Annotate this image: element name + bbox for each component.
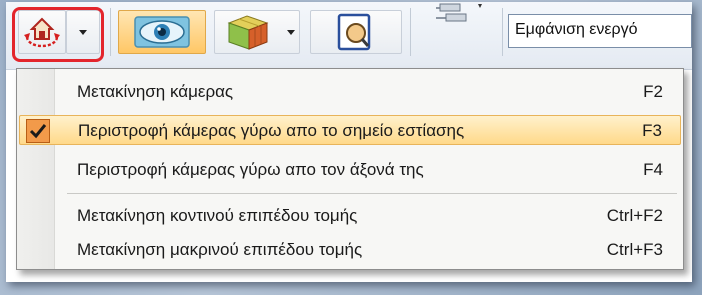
menu-item-shortcut: F4	[643, 160, 663, 179]
layout-icon	[436, 3, 482, 22]
magnifier-document-icon	[337, 13, 371, 51]
menu-item-label: Περιστροφή κάμερας γύρω απο τον άξονά τη…	[77, 160, 424, 179]
toolbar: Εμφάνιση ενεργό	[6, 2, 692, 70]
menu-separator	[67, 193, 677, 194]
eye-icon	[134, 16, 190, 48]
menu-item-move-near-clip-plane[interactable]: Μετακίνηση κοντινού επιπέδου τομής Ctrl+…	[19, 201, 681, 231]
menu-item-label: Περιστροφή κάμερας γύρω απο το σημείο εσ…	[78, 121, 465, 140]
menu-item-orbit-own-axis[interactable]: Περιστροφή κάμερας γύρω απο τον άξονά τη…	[19, 155, 681, 185]
screenshot-frame: Εμφάνιση ενεργό Μετακίνηση κάμερας F2 Πε…	[0, 0, 702, 295]
zoom-document-button[interactable]	[310, 10, 402, 54]
menu-item-move-camera[interactable]: Μετακίνηση κάμερας F2	[19, 77, 681, 107]
menu-item-shortcut: Ctrl+F3	[606, 240, 663, 259]
cube-icon	[227, 15, 269, 50]
menu-item-move-far-clip-plane[interactable]: Μετακίνηση μακρινού επιπέδου τομής Ctrl+…	[19, 235, 681, 265]
checkmark-icon	[26, 119, 50, 143]
toolbar-separator	[410, 8, 411, 56]
view-combo[interactable]: Εμφάνιση ενεργό	[508, 14, 692, 48]
menu-item-shortcut: F2	[643, 82, 663, 101]
highlight-outline	[12, 7, 104, 62]
3d-objects-button[interactable]	[214, 10, 300, 54]
application-window: Εμφάνιση ενεργό Μετακίνηση κάμερας F2 Πε…	[6, 2, 692, 282]
menu-item-label: Μετακίνηση κάμερας	[77, 82, 234, 101]
menu-item-orbit-focus-point[interactable]: Περιστροφή κάμερας γύρω απο το σημείο εσ…	[19, 115, 681, 145]
toolbar-separator	[502, 8, 503, 56]
chevron-down-icon	[287, 30, 295, 35]
menu-item-label: Μετακίνηση μακρινού επιπέδου τομής	[77, 240, 363, 259]
menu-item-shortcut: Ctrl+F2	[606, 206, 663, 225]
layout-button[interactable]	[422, 2, 488, 28]
menu-item-label: Μετακίνηση κοντινού επιπέδου τομής	[77, 206, 358, 225]
toolbar-separator	[110, 8, 111, 56]
camera-mode-menu: Μετακίνηση κάμερας F2 Περιστροφή κάμερας…	[16, 68, 684, 270]
view-toggle-button[interactable]	[118, 10, 206, 54]
menu-item-shortcut: F3	[642, 121, 662, 140]
